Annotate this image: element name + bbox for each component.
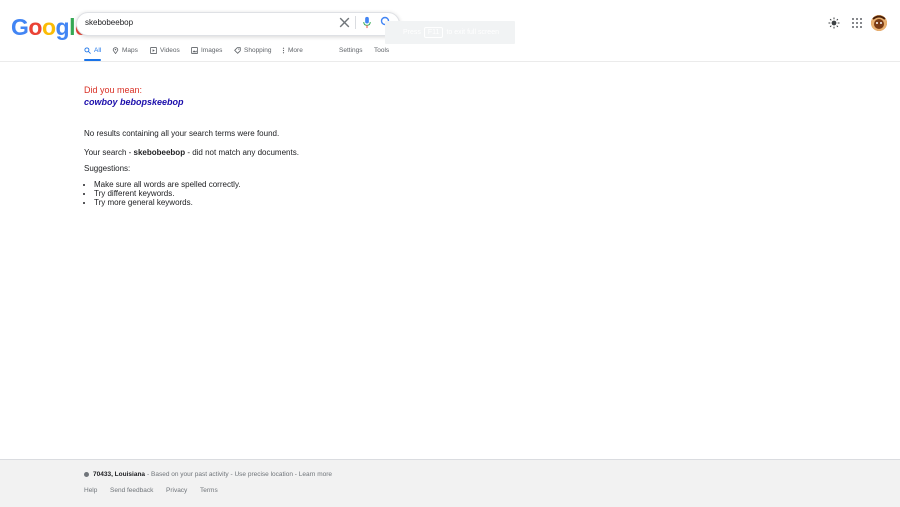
tooltip-prefix: Press (403, 29, 421, 36)
tab-shopping[interactable]: Shopping (234, 47, 271, 54)
search-divider (355, 16, 356, 29)
footer-link-terms[interactable]: Terms (200, 487, 218, 494)
location-line: 70433, Louisiana - Based on your past ac… (84, 471, 332, 478)
tab-label: Tools (374, 47, 390, 54)
map-pin-icon (112, 47, 119, 54)
tab-label: Videos (160, 47, 180, 54)
fullscreen-tooltip: Press F11 to exit full screen (385, 21, 515, 44)
sun-icon[interactable] (828, 17, 840, 29)
tab-label: Maps (122, 47, 138, 54)
suggestion-link[interactable]: skeebop (147, 97, 184, 107)
tab-videos[interactable]: Videos (150, 47, 180, 54)
video-icon (150, 47, 157, 54)
logo-letter: o (28, 14, 42, 40)
did-you-mean-label: Did you mean: (84, 85, 143, 95)
header-divider (0, 61, 900, 62)
avatar[interactable] (871, 15, 887, 31)
tab-all[interactable]: All (84, 47, 101, 54)
footer (0, 459, 900, 507)
your-search-prefix: Your search - (84, 148, 134, 157)
tab-label: Images (201, 47, 223, 54)
tab-settings[interactable]: Settings (339, 47, 363, 54)
footer-link-feedback[interactable]: Send feedback (110, 487, 153, 494)
tab-label: Shopping (244, 47, 272, 54)
tab-maps[interactable]: Maps (112, 47, 138, 54)
apps-grid-icon[interactable] (851, 17, 863, 29)
tab-more[interactable]: More (282, 47, 303, 54)
location-dot-icon (84, 472, 89, 477)
footer-link-help[interactable]: Help (84, 487, 97, 494)
list-item: Make sure all words are spelled correctl… (94, 180, 241, 189)
suggestions-list: Make sure all words are spelled correctl… (84, 180, 241, 207)
clear-icon[interactable] (338, 16, 351, 29)
tab-label: More (288, 47, 303, 54)
your-search-suffix: - did not match any documents. (185, 148, 299, 157)
logo-letter: o (41, 14, 56, 40)
location-name: 70433, Louisiana (93, 471, 146, 478)
your-search-message: Your search - skebobeebop - did not matc… (84, 148, 299, 157)
list-item: Try different keywords. (94, 189, 241, 198)
tab-label: Settings (339, 47, 363, 54)
tooltip-key: F11 (423, 27, 444, 38)
logo-letter: g (55, 14, 70, 40)
image-icon (191, 47, 198, 54)
footer-link-privacy[interactable]: Privacy (166, 487, 187, 494)
suggestions-label: Suggestions: (84, 164, 131, 173)
tooltip-suffix: to exit full screen (446, 29, 499, 36)
more-vert-icon (282, 47, 285, 54)
tab-tools[interactable]: Tools (374, 47, 389, 54)
mic-icon[interactable] (362, 16, 372, 29)
logo-letter: G (11, 14, 29, 40)
avatar-image (871, 15, 887, 31)
search-term: skebobeebop (133, 148, 186, 157)
tag-icon (234, 47, 241, 54)
tab-label: All (94, 47, 102, 54)
tab-images[interactable]: Images (191, 47, 222, 54)
location-detail[interactable]: - Based on your past activity - Use prec… (147, 471, 332, 478)
suggestion-link[interactable]: cowboy bebop (84, 97, 147, 107)
search-input[interactable]: skebobeebop (85, 18, 133, 27)
no-results-message: No results containing all your search te… (84, 129, 280, 138)
list-item: Try more general keywords. (94, 198, 241, 207)
search-icon (84, 47, 91, 54)
